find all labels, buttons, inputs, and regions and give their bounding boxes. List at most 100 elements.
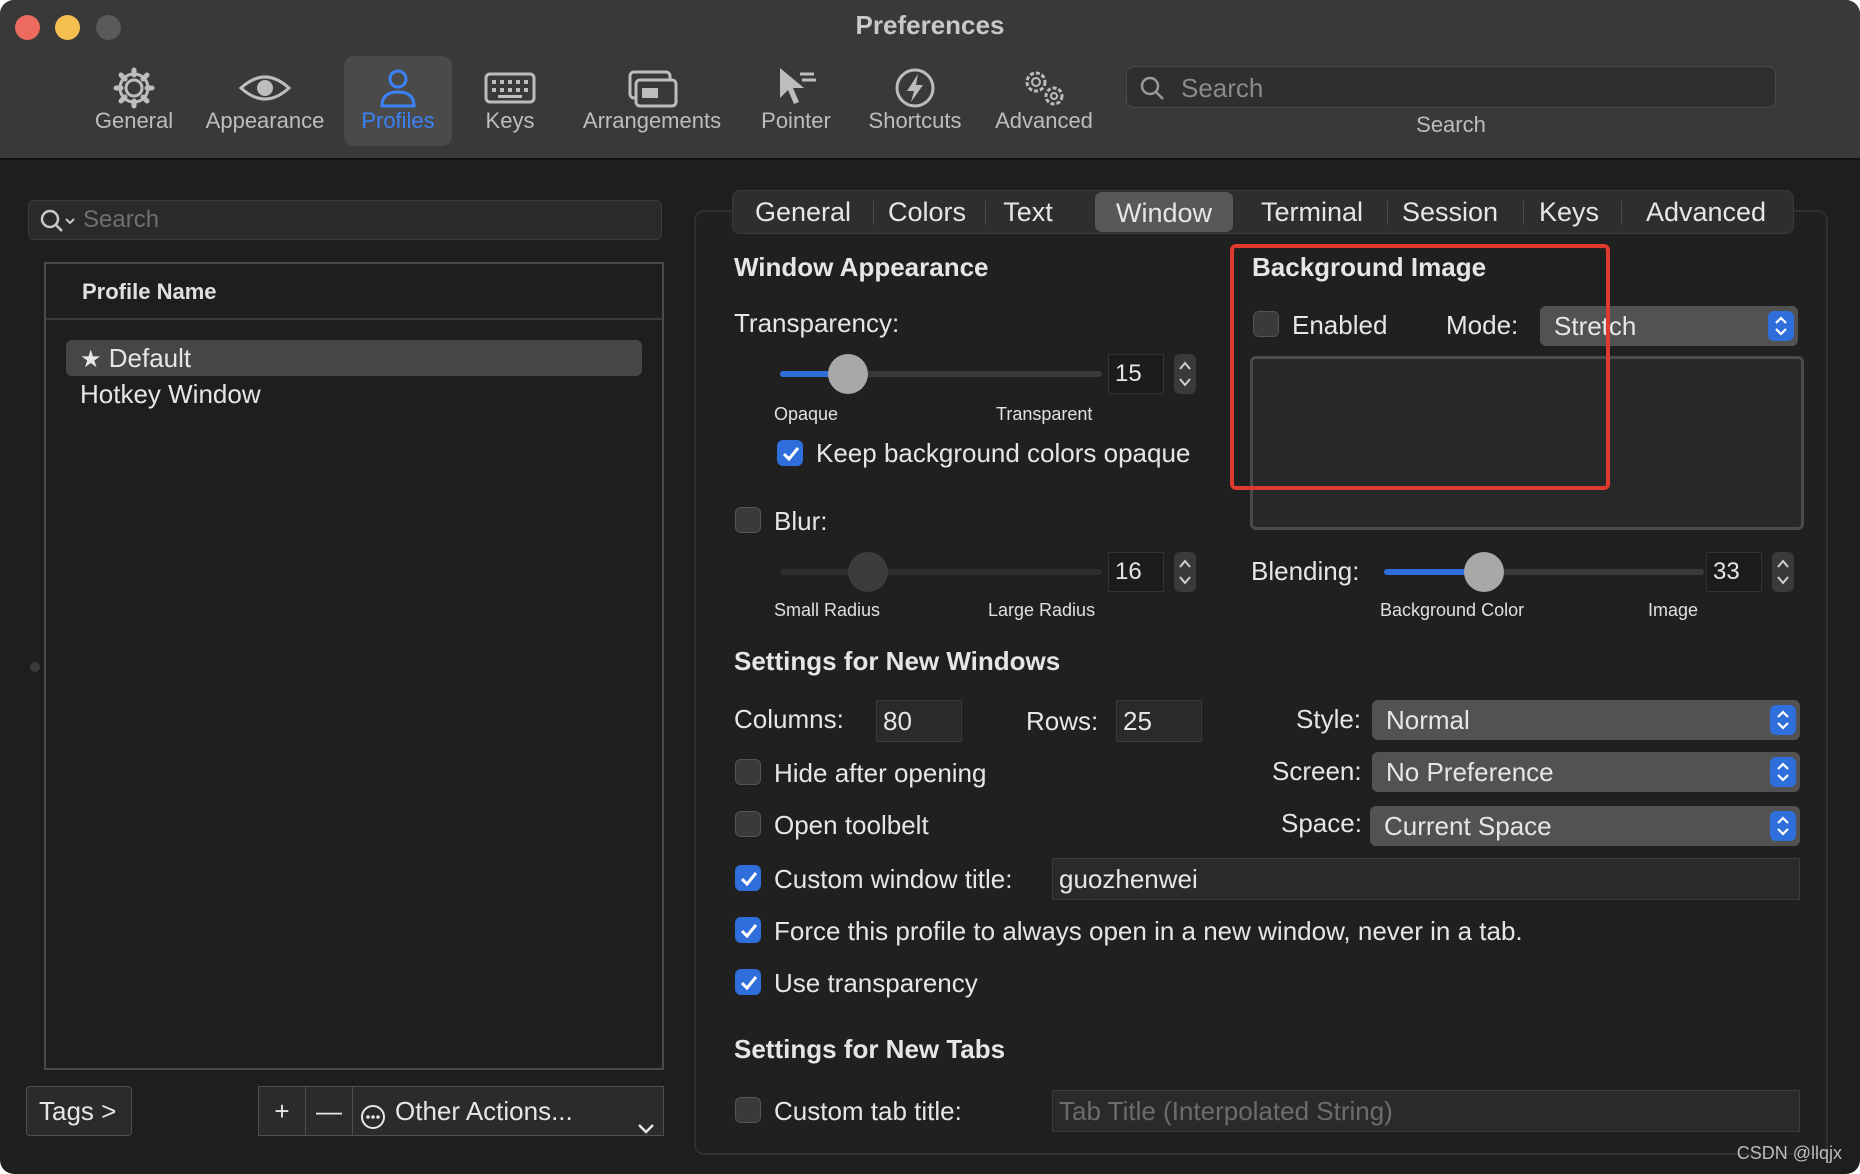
highlight-annotation-box bbox=[1230, 244, 1610, 490]
open-toolbelt-checkbox[interactable] bbox=[735, 811, 761, 837]
use-transparency-label: Use transparency bbox=[774, 968, 978, 998]
tab-keys[interactable]: Keys bbox=[1527, 191, 1611, 233]
blur-value-field[interactable]: 16 bbox=[1108, 552, 1164, 592]
toolbar-label: Pointer bbox=[761, 108, 831, 133]
screen-select[interactable]: No Preference bbox=[1372, 752, 1800, 792]
keep-bg-opaque-label: Keep background colors opaque bbox=[816, 438, 1191, 468]
use-transparency-checkbox[interactable] bbox=[735, 969, 761, 995]
space-select[interactable]: Current Space bbox=[1370, 806, 1800, 846]
toolbar-label: Arrangements bbox=[582, 108, 722, 133]
tab-general[interactable]: General bbox=[741, 191, 865, 233]
blur-min-label: Small Radius bbox=[774, 600, 881, 620]
hide-after-opening-label: Hide after opening bbox=[774, 758, 987, 788]
transparency-slider[interactable] bbox=[780, 354, 1102, 394]
transparency-stepper[interactable] bbox=[1174, 354, 1196, 394]
toolbar-shortcuts[interactable]: Shortcuts bbox=[860, 56, 970, 146]
remove-profile-button[interactable]: — bbox=[305, 1086, 353, 1136]
toolbar-appearance[interactable]: Appearance bbox=[200, 56, 330, 146]
custom-window-title-field[interactable]: guozhenwei bbox=[1052, 858, 1800, 900]
hide-after-opening-checkbox[interactable] bbox=[735, 759, 761, 785]
person-icon bbox=[344, 56, 452, 108]
blending-max-label: Image bbox=[1648, 600, 1699, 620]
slider-knob[interactable] bbox=[1464, 552, 1504, 592]
gear-icon bbox=[84, 56, 184, 109]
custom-tab-title-field[interactable]: Tab Title (Interpolated String) bbox=[1052, 1090, 1800, 1132]
toolbar-search-input[interactable]: Search bbox=[1126, 66, 1776, 108]
toolbar-label: General bbox=[94, 108, 174, 133]
profile-name-column-header[interactable]: Profile Name bbox=[46, 264, 662, 320]
slider-knob[interactable] bbox=[848, 552, 888, 592]
blending-stepper[interactable] bbox=[1772, 552, 1794, 592]
tab-colors[interactable]: Colors bbox=[875, 191, 979, 233]
pointer-icon bbox=[752, 56, 840, 108]
toolbar: Preferences General Appearance Profiles … bbox=[0, 0, 1860, 160]
toolbar-label: Shortcuts bbox=[868, 108, 962, 133]
transparency-label: Transparency: bbox=[734, 308, 900, 338]
blur-slider[interactable] bbox=[780, 552, 1102, 592]
transparency-value-field[interactable]: 15 bbox=[1108, 354, 1164, 394]
transparency-min-label: Opaque bbox=[774, 404, 839, 424]
blending-label: Blending: bbox=[1251, 556, 1360, 586]
profile-row-hotkey-window[interactable]: Hotkey Window bbox=[66, 376, 642, 412]
toolbar-arrangements[interactable]: Arrangements bbox=[574, 56, 730, 146]
force-new-window-checkbox[interactable] bbox=[735, 917, 761, 943]
watermark: CSDN @llqjx bbox=[1736, 1143, 1842, 1163]
profile-tab-bar: General Colors Text Window Terminal Sess… bbox=[732, 190, 1794, 234]
up-down-chevron-icon bbox=[1770, 757, 1796, 787]
blending-value-field[interactable]: 33 bbox=[1706, 552, 1762, 592]
bolt-icon bbox=[860, 56, 970, 108]
add-profile-button[interactable]: + bbox=[258, 1086, 306, 1136]
blur-label: Blur: bbox=[774, 506, 828, 536]
custom-tab-title-checkbox[interactable] bbox=[735, 1097, 761, 1123]
screen-value: No Preference bbox=[1386, 757, 1554, 787]
up-down-chevron-icon bbox=[1770, 811, 1796, 841]
window-appearance-heading: Window Appearance bbox=[734, 252, 989, 282]
ellipsis-circle-icon bbox=[359, 1098, 387, 1146]
open-toolbelt-label: Open toolbelt bbox=[774, 810, 929, 840]
tab-window[interactable]: Window bbox=[1095, 192, 1233, 232]
other-actions-menu[interactable]: Other Actions... bbox=[352, 1086, 664, 1136]
slider-knob[interactable] bbox=[828, 354, 868, 394]
blur-checkbox[interactable] bbox=[735, 507, 761, 533]
style-label: Style: bbox=[1296, 704, 1362, 734]
blur-max-label: Large Radius bbox=[988, 600, 1096, 620]
style-select[interactable]: Normal bbox=[1372, 700, 1800, 740]
style-value: Normal bbox=[1386, 705, 1470, 735]
rows-field[interactable]: 25 bbox=[1116, 700, 1202, 742]
force-new-window-label: Force this profile to always open in a n… bbox=[774, 916, 1523, 946]
blur-stepper[interactable] bbox=[1174, 552, 1196, 592]
new-tabs-heading: Settings for New Tabs bbox=[734, 1034, 1006, 1064]
tab-terminal[interactable]: Terminal bbox=[1247, 191, 1377, 233]
tab-session[interactable]: Session bbox=[1391, 191, 1509, 233]
toolbar-advanced[interactable]: Advanced bbox=[988, 56, 1100, 146]
eye-icon bbox=[200, 56, 330, 108]
keyboard-icon bbox=[470, 56, 550, 108]
columns-field[interactable]: 80 bbox=[876, 700, 962, 742]
profile-search-input[interactable]: Search bbox=[28, 200, 662, 240]
search-icon bbox=[39, 207, 77, 240]
preferences-window: Preferences General Appearance Profiles … bbox=[0, 0, 1860, 1174]
toolbar-general[interactable]: General bbox=[84, 56, 184, 146]
keep-bg-opaque-checkbox[interactable] bbox=[777, 440, 803, 466]
tab-advanced[interactable]: Advanced bbox=[1625, 191, 1787, 233]
new-windows-heading: Settings for New Windows bbox=[734, 646, 1061, 676]
columns-label: Columns: bbox=[734, 704, 844, 734]
tags-button[interactable]: Tags > bbox=[26, 1086, 132, 1136]
toolbar-keys[interactable]: Keys bbox=[470, 56, 550, 146]
search-label: Search bbox=[1416, 112, 1486, 137]
toolbar-pointer[interactable]: Pointer bbox=[752, 56, 840, 146]
gears-icon bbox=[988, 56, 1100, 108]
up-down-chevron-icon bbox=[1770, 705, 1796, 735]
custom-window-title-label: Custom window title: bbox=[774, 864, 1013, 894]
transparency-max-label: Transparent bbox=[996, 404, 1093, 424]
space-value: Current Space bbox=[1384, 811, 1552, 841]
split-handle[interactable] bbox=[30, 662, 40, 672]
profile-list: Profile Name ★ Default Hotkey Window bbox=[44, 262, 664, 1070]
blending-slider[interactable] bbox=[1384, 552, 1704, 592]
profile-row-default[interactable]: ★ Default bbox=[66, 340, 642, 376]
toolbar-label: Appearance bbox=[205, 108, 325, 133]
custom-window-title-checkbox[interactable] bbox=[735, 865, 761, 891]
tab-text[interactable]: Text bbox=[987, 191, 1069, 233]
toolbar-profiles[interactable]: Profiles bbox=[344, 56, 452, 146]
search-placeholder: Search bbox=[83, 206, 160, 233]
